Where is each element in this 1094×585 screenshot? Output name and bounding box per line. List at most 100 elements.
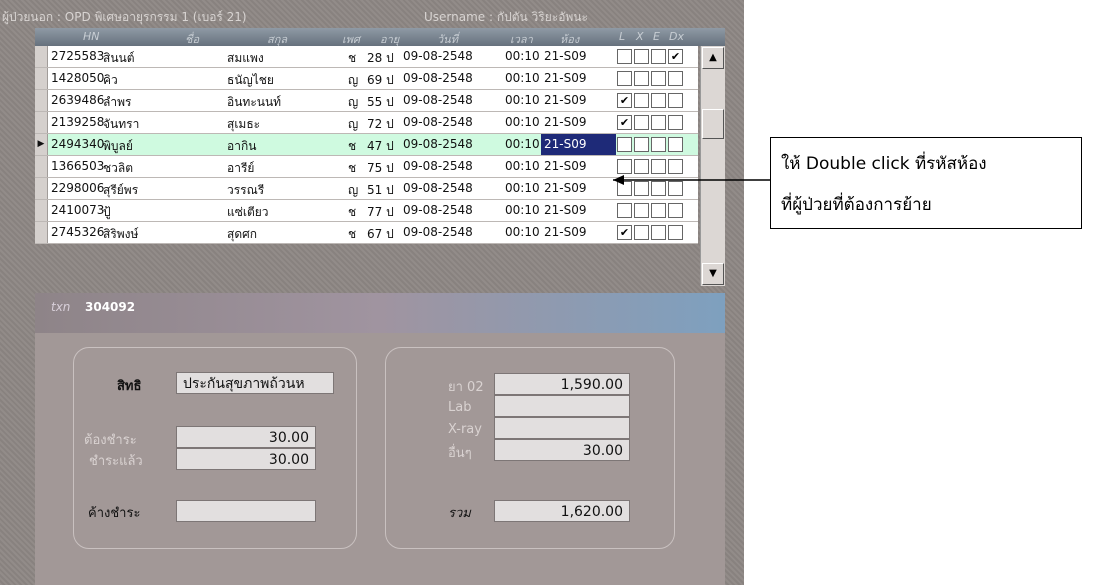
checkbox-x[interactable]: [634, 137, 649, 152]
charges-box: ยา 02 1,590.00 Lab X-ray อื่นๆ 30.00 รวม…: [385, 347, 675, 549]
cell-last-name: ธนัญไชย: [227, 73, 274, 87]
table-row[interactable]: 2725583 สินนต์ สมแพง ช 28 ป 09-08-2548 0…: [35, 46, 698, 68]
cell-room[interactable]: 21-S09: [541, 222, 616, 243]
amount-owed-field[interactable]: [176, 500, 316, 522]
checkbox-l[interactable]: ✔: [617, 93, 632, 108]
checkbox-dx[interactable]: ✔: [668, 49, 683, 64]
row-indicator[interactable]: [35, 68, 48, 89]
cell-room[interactable]: 21-S09: [541, 156, 616, 177]
row-indicator[interactable]: [35, 90, 48, 111]
callout-line-1: ให้ Double click ที่รหัสห้อง: [781, 154, 987, 174]
cell-time: 00:10: [505, 71, 540, 85]
total-field[interactable]: 1,620.00: [494, 500, 630, 522]
cell-hn: 1428050: [51, 71, 105, 85]
xray-label: X-ray: [448, 422, 482, 437]
table-row[interactable]: 2410073 ปู้ แซ่เตียว ช 77 ป 09-08-2548 0…: [35, 200, 698, 222]
checkbox-e[interactable]: [651, 203, 666, 218]
col-e[interactable]: E: [653, 30, 660, 43]
checkbox-x[interactable]: [634, 203, 649, 218]
checkbox-x[interactable]: [634, 93, 649, 108]
checkbox-e[interactable]: [651, 49, 666, 64]
cell-hn: 2494340: [51, 137, 105, 151]
checkbox-x[interactable]: [634, 115, 649, 130]
col-hn[interactable]: HN: [83, 30, 100, 43]
checkbox-e[interactable]: [651, 115, 666, 130]
checkbox-e[interactable]: [651, 137, 666, 152]
cell-time: 00:10: [505, 159, 540, 173]
checkbox-x[interactable]: [634, 71, 649, 86]
table-row[interactable]: 2745326 สิริพงษ์ สุดศก ช 67 ป 09-08-2548…: [35, 222, 698, 244]
scroll-down-icon[interactable]: ▼: [702, 263, 724, 285]
cell-time: 00:10: [505, 115, 540, 129]
cell-room[interactable]: 21-S09: [541, 90, 616, 111]
cell-first-name: สิริพงษ์: [103, 227, 139, 241]
table-row[interactable]: 1366503 ชวลิต อารีย์ ช 75 ป 09-08-2548 0…: [35, 156, 698, 178]
lab-label: Lab: [448, 400, 472, 415]
lab-field[interactable]: [494, 395, 630, 417]
checkbox-dx[interactable]: [668, 137, 683, 152]
cell-room[interactable]: 21-S09: [541, 178, 616, 199]
table-row[interactable]: 2639486 ลำพร อินทะนนท์ ญ 55 ป 09-08-2548…: [35, 90, 698, 112]
other-field[interactable]: 30.00: [494, 439, 630, 461]
row-indicator[interactable]: [35, 178, 48, 199]
cell-room[interactable]: 21-S09: [541, 46, 616, 67]
rights-field[interactable]: ประกันสุขภาพถ้วนห: [176, 372, 334, 394]
checkbox-x[interactable]: [634, 49, 649, 64]
col-l[interactable]: L: [619, 30, 625, 43]
txn-label: txn: [51, 300, 71, 314]
checkbox-dx[interactable]: [668, 225, 683, 240]
checkbox-e[interactable]: [651, 93, 666, 108]
cell-time: 00:10: [505, 203, 540, 217]
cell-room[interactable]: 21-S09: [541, 68, 616, 89]
checkbox-x[interactable]: [634, 225, 649, 240]
cell-age: 55 ป: [367, 95, 394, 109]
row-pointer-icon[interactable]: ▶: [35, 134, 48, 155]
checkbox-dx[interactable]: [668, 203, 683, 218]
drug-label: ยา 02: [448, 380, 484, 395]
grid-rows: 2725583 สินนต์ สมแพง ช 28 ป 09-08-2548 0…: [35, 46, 698, 244]
table-row[interactable]: 2298006 สุรีย์พร วรรณรี ญ 51 ป 09-08-254…: [35, 178, 698, 200]
cell-time: 00:10: [505, 181, 540, 195]
cell-room[interactable]: 21-S09: [541, 112, 616, 133]
checkbox-e[interactable]: [651, 225, 666, 240]
row-indicator[interactable]: [35, 112, 48, 133]
cell-date: 09-08-2548: [403, 71, 473, 85]
cell-age: 75 ป: [367, 161, 394, 175]
amount-paid-field[interactable]: 30.00: [176, 448, 316, 470]
checkbox-dx[interactable]: [668, 115, 683, 130]
username-label: Username : กัปตัน วิริยะอัพนะ: [424, 10, 588, 24]
checkbox-l[interactable]: [617, 203, 632, 218]
opd-window: ผู้ป่วยนอก : OPD พิเศษอายุรกรรม 1 (เบอร์…: [0, 0, 744, 585]
row-indicator[interactable]: [35, 222, 48, 243]
drug-field[interactable]: 1,590.00: [494, 373, 630, 395]
cell-last-name: แซ่เตียว: [227, 205, 269, 219]
col-dx[interactable]: Dx: [669, 30, 684, 43]
amount-due-field[interactable]: 30.00: [176, 426, 316, 448]
row-indicator[interactable]: [35, 200, 48, 221]
checkbox-l[interactable]: [617, 137, 632, 152]
checkbox-l[interactable]: [617, 71, 632, 86]
cell-room[interactable]: 21-S09: [541, 200, 616, 221]
cell-age: 67 ป: [367, 227, 394, 241]
cell-first-name: จันทรา: [103, 117, 140, 131]
grid-scrollbar[interactable]: ▲ ▼: [700, 46, 725, 286]
table-row[interactable]: 1428050 คิว ธนัญไชย ญ 69 ป 09-08-2548 00…: [35, 68, 698, 90]
checkbox-dx[interactable]: [668, 71, 683, 86]
checkbox-dx[interactable]: [668, 93, 683, 108]
col-x[interactable]: X: [636, 30, 644, 43]
table-row[interactable]: 2139258 จันทรา สุเมธะ ญ 72 ป 09-08-2548 …: [35, 112, 698, 134]
row-indicator[interactable]: [35, 46, 48, 67]
xray-field[interactable]: [494, 417, 630, 439]
row-indicator[interactable]: [35, 156, 48, 177]
table-row-selected[interactable]: ▶ 2494340 พิบูลย์ อากิน ช 47 ป 09-08-254…: [35, 134, 698, 156]
checkbox-l[interactable]: [617, 49, 632, 64]
checkbox-e[interactable]: [651, 71, 666, 86]
cell-sex: ช: [348, 161, 357, 175]
checkbox-l[interactable]: ✔: [617, 225, 632, 240]
cell-room-active[interactable]: 21-S09: [541, 134, 616, 155]
cell-age: 72 ป: [367, 117, 394, 131]
scroll-thumb[interactable]: [702, 109, 724, 139]
scroll-up-icon[interactable]: ▲: [702, 47, 724, 69]
callout-line-2: ที่ผู้ป่วยที่ต้องการย้าย: [781, 195, 932, 215]
checkbox-l[interactable]: ✔: [617, 115, 632, 130]
